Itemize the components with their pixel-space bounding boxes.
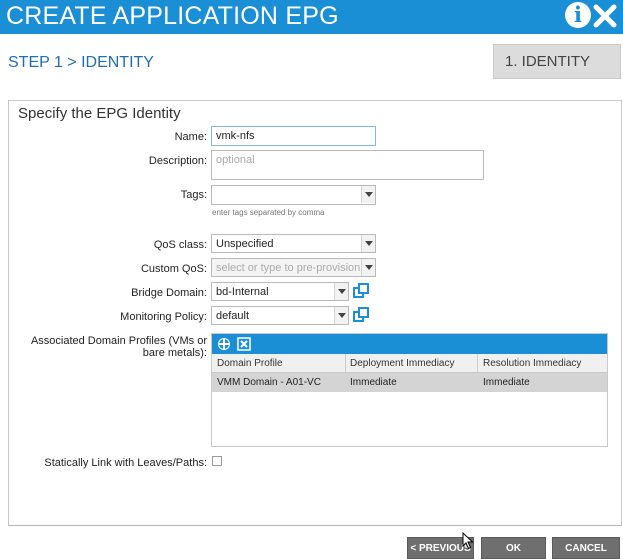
mouse-cursor-icon: [462, 532, 474, 550]
ok-button[interactable]: OK: [481, 537, 546, 559]
section-title: Specify the EPG Identity: [18, 105, 181, 122]
column-header[interactable]: Resolution Immediacy: [483, 358, 581, 369]
chevron-down-icon[interactable]: [334, 307, 348, 324]
tags-label: Tags:: [180, 189, 207, 201]
name-input[interactable]: vmk-nfs: [211, 126, 376, 146]
custom-qos-label: Custom QoS:: [140, 263, 207, 275]
name-label: Name:: [174, 131, 207, 143]
add-icon[interactable]: [217, 337, 231, 351]
table-toolbar: [212, 334, 607, 354]
domain-profiles-label: Associated Domain Profiles (VMs or bare …: [27, 335, 207, 359]
chevron-down-icon[interactable]: [361, 259, 375, 276]
description-label: Description:: [148, 155, 207, 167]
table-cell: VMM Domain - A01-VC: [217, 377, 321, 388]
create-epg-dialog: CREATE APPLICATION EPG i STEP 1 > IDENTI…: [0, 0, 623, 559]
custom-qos-placeholder: select or type to pre-provision: [216, 262, 361, 274]
qos-class-label: QoS class:: [153, 239, 207, 251]
column-header[interactable]: Domain Profile: [217, 358, 283, 369]
table-cell: Immediate: [350, 377, 397, 388]
delete-icon[interactable]: [237, 337, 251, 351]
info-icon[interactable]: i: [565, 2, 591, 28]
tags-input[interactable]: [211, 185, 376, 205]
tags-hint: enter tags separated by comma: [212, 208, 325, 217]
cancel-button[interactable]: CANCEL: [552, 537, 620, 559]
step-header: STEP 1 > IDENTITY: [8, 54, 154, 71]
bridge-domain-value: bd-Internal: [216, 286, 269, 298]
qos-class-select[interactable]: Unspecified: [211, 234, 376, 253]
column-header[interactable]: Deployment Immediacy: [350, 358, 454, 369]
monitoring-policy-value: default: [216, 310, 250, 322]
description-input[interactable]: optional: [211, 150, 484, 180]
close-icon[interactable]: [592, 2, 618, 28]
open-link-icon[interactable]: [353, 283, 369, 299]
table-cell: Immediate: [483, 377, 530, 388]
monitoring-policy-label: Monitoring Policy:: [120, 311, 207, 323]
chevron-down-icon[interactable]: [361, 235, 375, 252]
domain-profiles-table: Domain Profile Deployment Immediacy Reso…: [211, 333, 608, 447]
static-link-label: Statically Link with Leaves/Paths:: [44, 457, 207, 469]
chevron-down-icon[interactable]: [334, 283, 348, 300]
bridge-domain-select[interactable]: bd-Internal: [211, 282, 349, 301]
table-row[interactable]: VMM Domain - A01-VC Immediate Immediate: [212, 373, 607, 392]
dialog-title: CREATE APPLICATION EPG: [6, 2, 339, 30]
monitoring-policy-select[interactable]: default: [211, 306, 349, 325]
qos-class-value: Unspecified: [216, 238, 274, 250]
description-placeholder: optional: [216, 154, 255, 166]
domain-profiles-label-line2: bare metals):: [142, 347, 207, 359]
identity-panel: Specify the EPG Identity Name: vmk-nfs D…: [8, 100, 622, 526]
step-badge[interactable]: 1. IDENTITY: [493, 44, 621, 79]
domain-profiles-label-line1: Associated Domain Profiles (VMs or: [30, 335, 207, 347]
table-header: Domain Profile Deployment Immediacy Reso…: [212, 354, 607, 373]
chevron-down-icon[interactable]: [361, 186, 375, 203]
title-bar: CREATE APPLICATION EPG i: [0, 0, 623, 34]
custom-qos-select[interactable]: select or type to pre-provision: [211, 258, 376, 277]
static-link-checkbox[interactable]: [212, 456, 222, 466]
bridge-domain-label: Bridge Domain:: [131, 287, 207, 299]
open-link-icon[interactable]: [353, 307, 369, 323]
